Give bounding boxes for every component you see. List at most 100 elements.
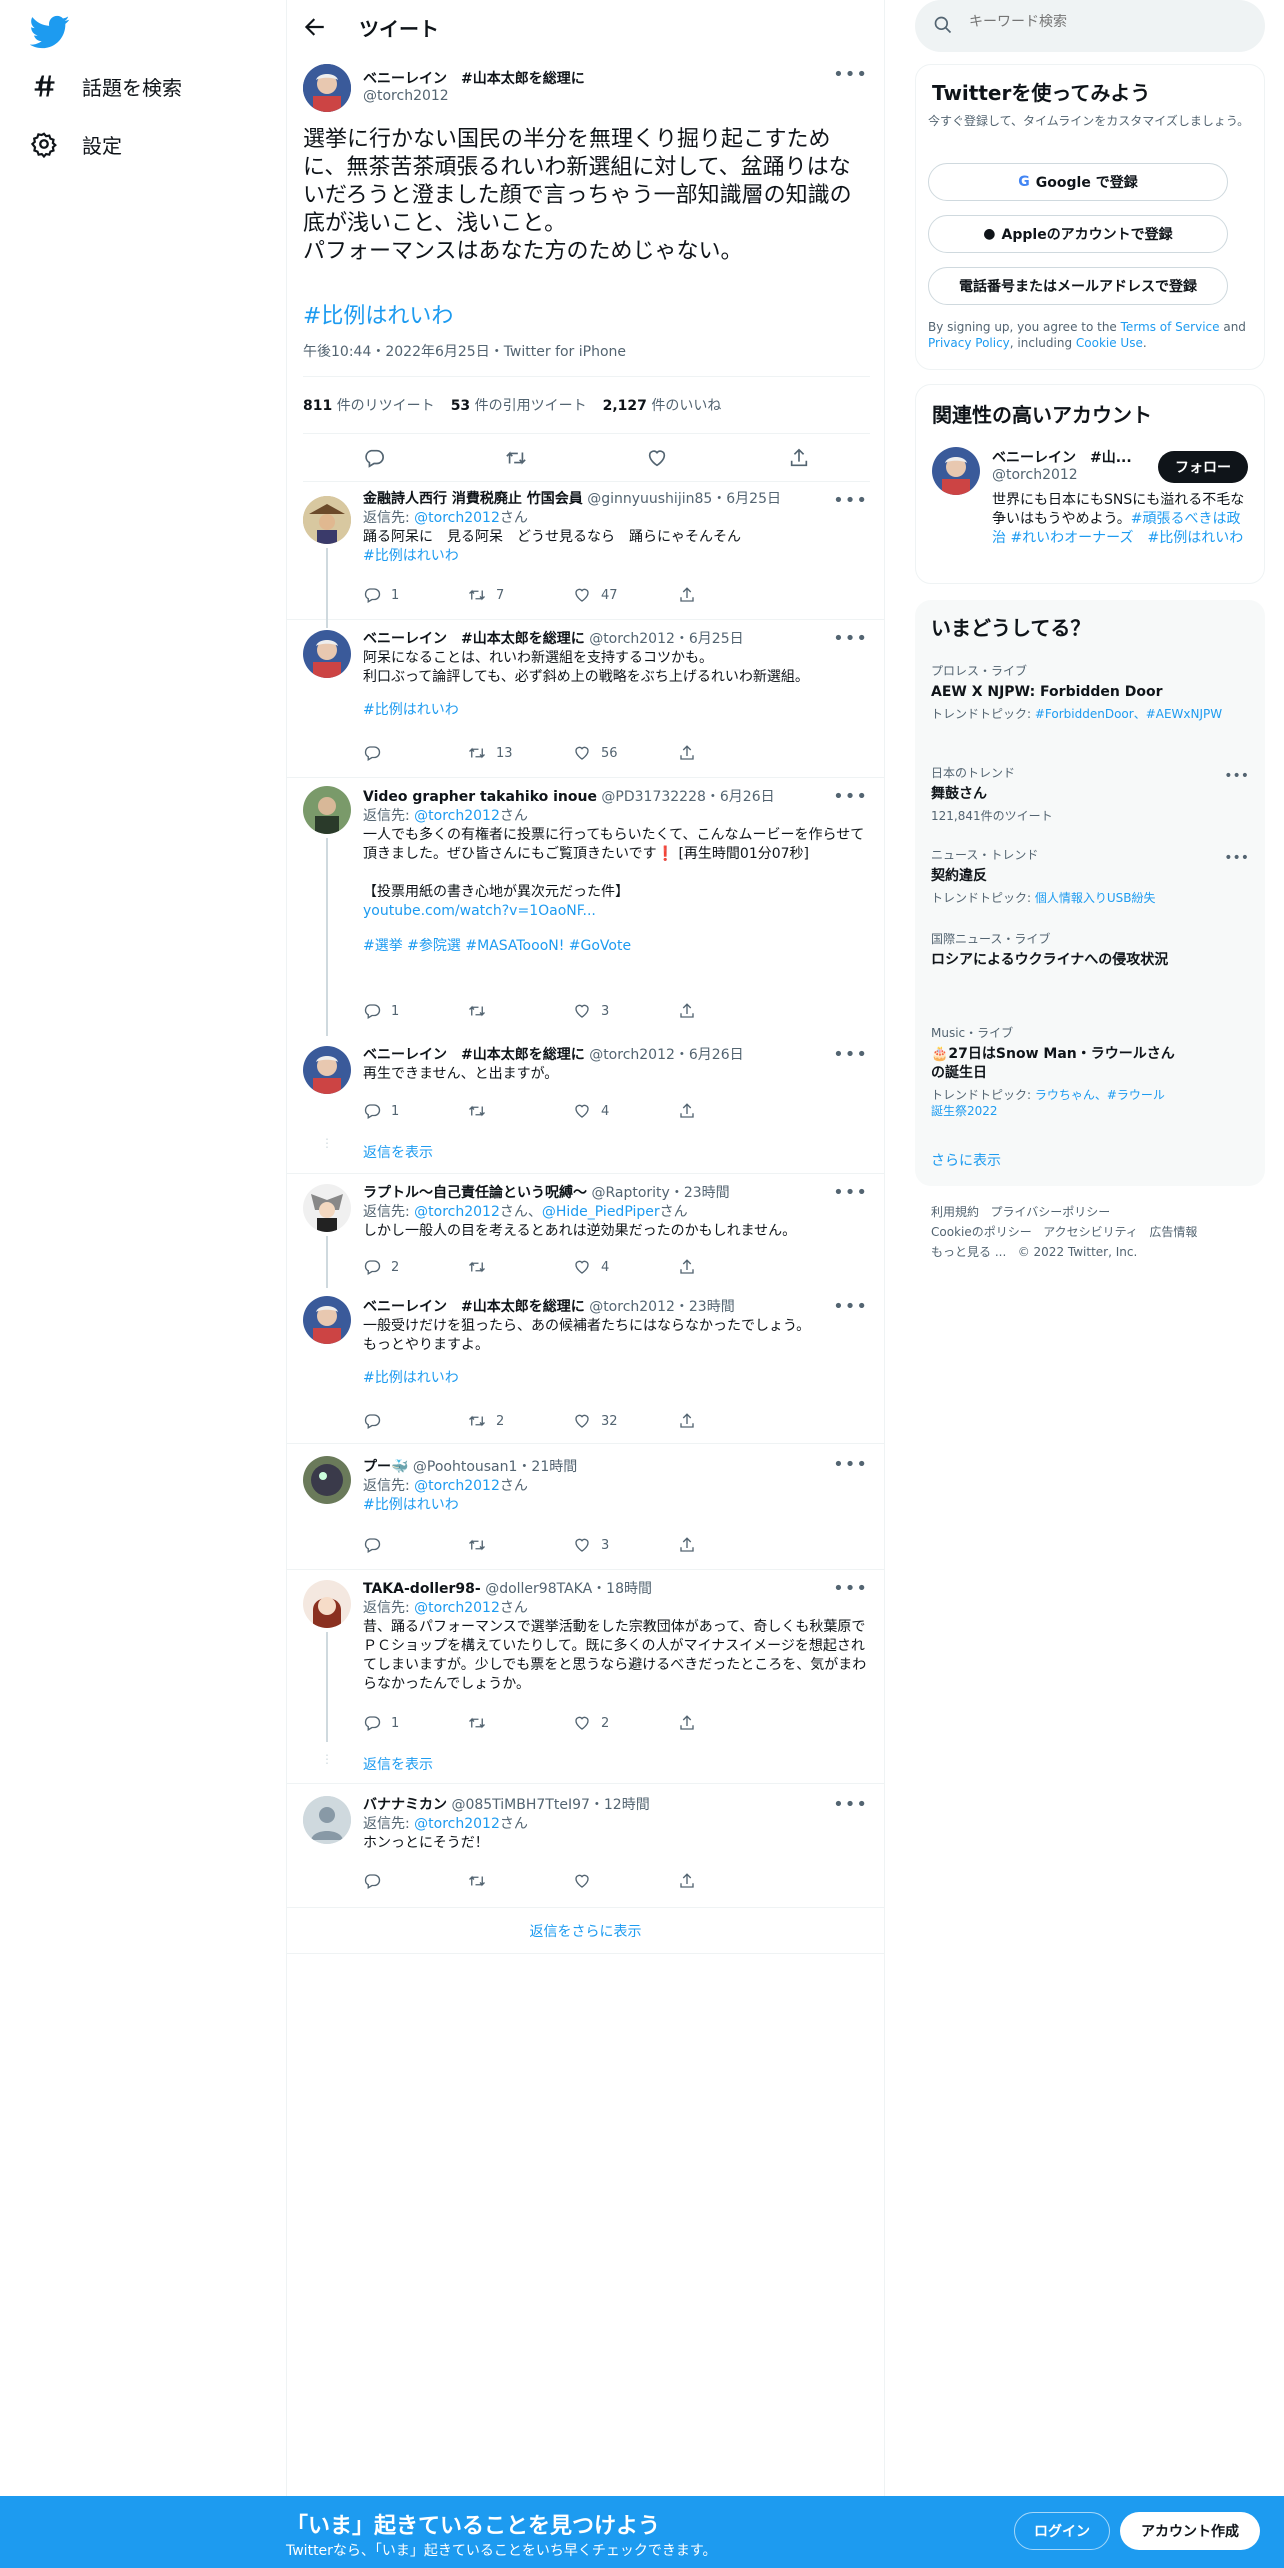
retweet-button[interactable]: [468, 1872, 573, 1890]
nav-explore[interactable]: 話題を検索: [30, 66, 182, 106]
like-icon[interactable]: [646, 447, 668, 469]
reply-button[interactable]: 1: [363, 1102, 468, 1120]
reply-hashtags[interactable]: #選挙 #参院選 #MASAToooN! #GoVote: [363, 937, 868, 956]
retweet-button[interactable]: [468, 1258, 573, 1276]
avatar[interactable]: [303, 1456, 351, 1504]
retweet-button[interactable]: [468, 1102, 573, 1120]
like-button[interactable]: 3: [573, 1002, 678, 1020]
reply-author-name[interactable]: ベニーレイン #山本太郎を総理に: [363, 631, 585, 647]
related-handle[interactable]: @torch2012: [992, 467, 1078, 483]
reply-to-link[interactable]: @torch2012: [414, 808, 500, 824]
more-icon[interactable]: •••: [833, 786, 868, 807]
share-button[interactable]: [678, 1714, 783, 1732]
like-button[interactable]: 4: [573, 1258, 678, 1276]
apple-signup-button[interactable]: ● Appleのアカウントで登録: [928, 215, 1228, 253]
privacy-link[interactable]: Privacy Policy: [928, 336, 1010, 350]
like-button[interactable]: 56: [573, 744, 678, 762]
show-more-replies-link[interactable]: 返信をさらに表示: [287, 1908, 884, 1954]
show-replies-link[interactable]: 返信を表示: [363, 1142, 433, 1162]
retweet-button[interactable]: 7: [468, 586, 573, 604]
reply-tweet[interactable]: ラプトル〜自己責任論という呪縛〜 @Raptority・23時間 返信先: @t…: [287, 1174, 884, 1288]
google-signup-button[interactable]: G Google で登録: [928, 163, 1228, 201]
more-icon[interactable]: •••: [833, 628, 868, 649]
reply-author-name[interactable]: ベニーレイン #山本太郎を総理に: [363, 1047, 585, 1063]
reply-button[interactable]: 1: [363, 1002, 468, 1020]
like-button[interactable]: 3: [573, 1536, 678, 1554]
follow-button[interactable]: フォロー: [1158, 451, 1248, 483]
reply-author-name[interactable]: ベニーレイン #山本太郎を総理に: [363, 1299, 585, 1315]
reply-button[interactable]: 1: [363, 586, 468, 604]
avatar[interactable]: [303, 496, 351, 544]
create-account-button[interactable]: アカウント作成: [1120, 2512, 1260, 2550]
terms-link[interactable]: Terms of Service: [1121, 320, 1220, 334]
reply-tweet[interactable]: プー🐳 @Poohtousan1・21時間 返信先: @torch2012さん …: [287, 1444, 884, 1570]
retweet-icon[interactable]: [505, 447, 527, 469]
avatar[interactable]: [932, 447, 980, 495]
reply-button[interactable]: 1: [363, 1714, 468, 1732]
avatar[interactable]: [303, 1184, 351, 1232]
avatar[interactable]: [303, 786, 351, 834]
reply-to-link-2[interactable]: @Hide_PiedPiper: [542, 1204, 660, 1220]
reply-button[interactable]: [363, 1872, 468, 1890]
author-handle[interactable]: @torch2012: [363, 88, 449, 104]
reply-tweet[interactable]: ベニーレイン #山本太郎を総理に @torch2012・6月25日 阿呆になるこ…: [287, 620, 884, 778]
share-button[interactable]: [678, 744, 783, 762]
footer-link-more[interactable]: もっと見る ...: [931, 1245, 1006, 1259]
footer-link-terms[interactable]: 利用規約: [931, 1205, 979, 1219]
phone-signup-button[interactable]: 電話番号またはメールアドレスで登録: [928, 267, 1228, 305]
like-button[interactable]: 47: [573, 586, 678, 604]
reply-hashtag[interactable]: #比例はれいわ: [363, 1496, 868, 1515]
reply-hashtag[interactable]: #比例はれいわ: [363, 1369, 868, 1388]
cookie-link[interactable]: Cookie Use: [1076, 336, 1143, 350]
reply-button[interactable]: [363, 1412, 468, 1430]
trends-show-more[interactable]: さらに表示: [931, 1150, 1001, 1170]
retweet-button[interactable]: [468, 1536, 573, 1554]
share-icon[interactable]: [788, 447, 810, 469]
more-icon[interactable]: •••: [1224, 850, 1249, 866]
reply-hashtag[interactable]: #比例はれいわ: [363, 547, 868, 566]
more-icon[interactable]: •••: [833, 64, 868, 85]
related-name[interactable]: ベニーレイン #山...: [992, 447, 1142, 467]
share-button[interactable]: [678, 586, 783, 604]
reply-tweet[interactable]: ベニーレイン #山本太郎を総理に @torch2012・6月26日 再生できませ…: [287, 1036, 884, 1174]
login-button[interactable]: ログイン: [1014, 2512, 1110, 2550]
nav-settings[interactable]: 設定: [30, 124, 122, 164]
trend-item[interactable]: ニュース・トレンド 契約違反 トレンドトピック: 個人情報入りUSB紛失 •••: [931, 846, 1249, 906]
avatar[interactable]: [303, 1796, 351, 1844]
more-icon[interactable]: •••: [833, 1578, 868, 1599]
back-arrow-icon[interactable]: [301, 14, 327, 40]
retweets-stat[interactable]: 811 件のリツイート: [303, 395, 435, 415]
reply-tweet[interactable]: 金融詩人西行 消費税廃止 竹国会員 @ginnyuushijin85・6月25日…: [287, 484, 884, 620]
likes-stat[interactable]: 2,127 件のいいね: [603, 395, 722, 415]
footer-link-ads[interactable]: 広告情報: [1149, 1225, 1197, 1239]
avatar[interactable]: [303, 64, 351, 112]
more-icon[interactable]: •••: [1224, 768, 1249, 784]
like-button[interactable]: 32: [573, 1412, 678, 1430]
share-button[interactable]: [678, 1258, 783, 1276]
reply-tweet[interactable]: Video grapher takahiko inoue @PD31732228…: [287, 778, 884, 1036]
like-button[interactable]: [573, 1872, 678, 1890]
footer-link-cookie[interactable]: Cookieのポリシー: [931, 1225, 1032, 1239]
share-button[interactable]: [678, 1002, 783, 1020]
trend-item[interactable]: 日本のトレンド 舞鼓さん 121,841件のツイート •••: [931, 764, 1249, 824]
more-icon[interactable]: •••: [833, 1296, 868, 1317]
retweet-button[interactable]: 2: [468, 1412, 573, 1430]
avatar[interactable]: [303, 1580, 351, 1628]
avatar[interactable]: [303, 1296, 351, 1344]
trend-item[interactable]: 国際ニュース・ライブ ロシアによるウクライナへの侵攻状況: [931, 930, 1175, 970]
reply-icon[interactable]: [363, 447, 385, 469]
reply-button[interactable]: [363, 1536, 468, 1554]
more-icon[interactable]: •••: [833, 1454, 868, 1475]
share-button[interactable]: [678, 1536, 783, 1554]
author-name[interactable]: ベニーレイン #山本太郎を総理に: [363, 68, 585, 88]
reply-to-link[interactable]: @torch2012: [414, 1600, 500, 1616]
more-icon[interactable]: •••: [833, 490, 868, 511]
tweet-hashtag[interactable]: #比例はれいわ: [303, 298, 453, 330]
quotes-stat[interactable]: 53 件の引用ツイート: [451, 395, 587, 415]
reply-button[interactable]: 2: [363, 1258, 468, 1276]
trend-item[interactable]: Music・ライブ 🎂27日はSnow Man・ラウールさんの誕生日 トレンドト…: [931, 1024, 1175, 1119]
retweet-button[interactable]: [468, 1714, 573, 1732]
reply-to-link[interactable]: @torch2012: [414, 510, 500, 526]
reply-button[interactable]: [363, 744, 468, 762]
footer-link-accessibility[interactable]: アクセシビリティ: [1043, 1225, 1138, 1239]
